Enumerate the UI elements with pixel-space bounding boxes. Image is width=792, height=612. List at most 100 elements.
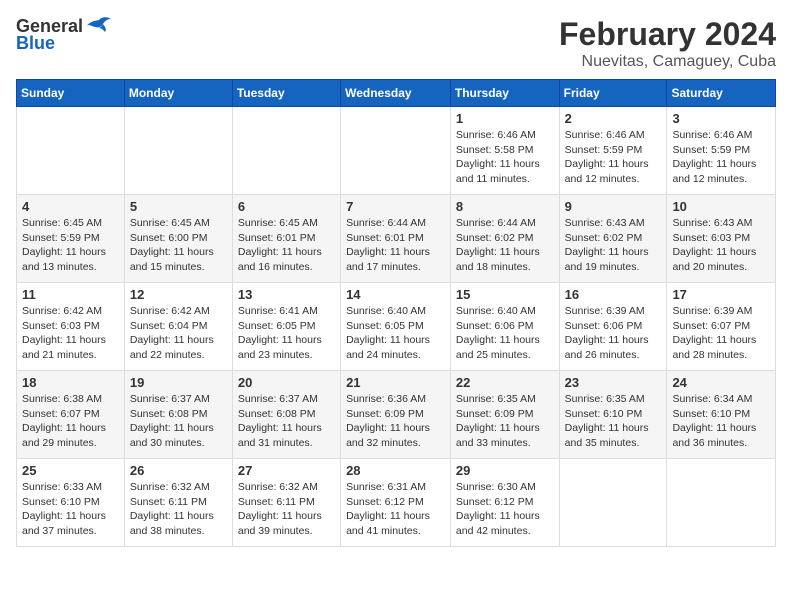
day-number: 5 xyxy=(130,199,227,214)
calendar-cell: 13 Sunrise: 6:41 AM Sunset: 6:05 PM Dayli… xyxy=(232,283,340,371)
week-row-3: 11 Sunrise: 6:42 AM Sunset: 6:03 PM Dayli… xyxy=(17,283,776,371)
logo: General Blue xyxy=(16,16,113,54)
calendar-cell: 3 Sunrise: 6:46 AM Sunset: 5:59 PM Daylig… xyxy=(667,107,776,195)
week-row-1: 1 Sunrise: 6:46 AM Sunset: 5:58 PM Daylig… xyxy=(17,107,776,195)
day-number: 13 xyxy=(238,287,335,302)
day-number: 16 xyxy=(565,287,662,302)
calendar-cell: 8Sunrise: 6:44 AM Sunset: 6:02 PM Daylig… xyxy=(450,195,559,283)
day-info: Sunrise: 6:30 AM Sunset: 6:12 PM Dayligh… xyxy=(456,480,554,539)
day-number: 8 xyxy=(456,199,554,214)
day-number: 15 xyxy=(456,287,554,302)
header-thursday: Thursday xyxy=(450,80,559,107)
day-number: 3 xyxy=(672,111,770,126)
day-info: Sunrise: 6:42 AM Sunset: 6:03 PM Dayligh… xyxy=(22,304,119,363)
day-number: 4 xyxy=(22,199,119,214)
header-wednesday: Wednesday xyxy=(341,80,451,107)
day-number: 19 xyxy=(130,375,227,390)
calendar-cell: 5Sunrise: 6:45 AM Sunset: 6:00 PM Daylig… xyxy=(124,195,232,283)
page-header: General Blue February 2024 Nuevitas, Cam… xyxy=(16,16,776,71)
day-info: Sunrise: 6:44 AM Sunset: 6:01 PM Dayligh… xyxy=(346,216,445,275)
calendar-cell: 17Sunrise: 6:39 AM Sunset: 6:07 PM Dayli… xyxy=(667,283,776,371)
calendar-cell: 9 Sunrise: 6:43 AM Sunset: 6:02 PM Daylig… xyxy=(559,195,667,283)
day-number: 28 xyxy=(346,463,445,478)
day-number: 12 xyxy=(130,287,227,302)
calendar-cell xyxy=(124,107,232,195)
day-info: Sunrise: 6:41 AM Sunset: 6:05 PM Dayligh… xyxy=(238,304,335,363)
day-info: Sunrise: 6:33 AM Sunset: 6:10 PM Dayligh… xyxy=(22,480,119,539)
day-number: 9 xyxy=(565,199,662,214)
day-number: 14 xyxy=(346,287,445,302)
day-info: Sunrise: 6:43 AM Sunset: 6:02 PM Dayligh… xyxy=(565,216,662,275)
calendar-cell xyxy=(232,107,340,195)
logo-bird-icon xyxy=(85,16,113,38)
header-sunday: Sunday xyxy=(17,80,125,107)
calendar-cell xyxy=(17,107,125,195)
day-info: Sunrise: 6:45 AM Sunset: 6:01 PM Dayligh… xyxy=(238,216,335,275)
calendar-cell xyxy=(559,459,667,547)
calendar-cell xyxy=(667,459,776,547)
day-info: Sunrise: 6:45 AM Sunset: 5:59 PM Dayligh… xyxy=(22,216,119,275)
calendar-cell: 27 Sunrise: 6:32 AM Sunset: 6:11 PM Dayli… xyxy=(232,459,340,547)
calendar-cell: 18 Sunrise: 6:38 AM Sunset: 6:07 PM Dayli… xyxy=(17,371,125,459)
calendar-cell: 20 Sunrise: 6:37 AM Sunset: 6:08 PM Dayli… xyxy=(232,371,340,459)
day-number: 1 xyxy=(456,111,554,126)
title-block: February 2024 Nuevitas, Camaguey, Cuba xyxy=(559,16,776,71)
header-monday: Monday xyxy=(124,80,232,107)
day-info: Sunrise: 6:31 AM Sunset: 6:12 PM Dayligh… xyxy=(346,480,445,539)
calendar-cell: 26 Sunrise: 6:32 AM Sunset: 6:11 PM Dayli… xyxy=(124,459,232,547)
calendar-cell: 25 Sunrise: 6:33 AM Sunset: 6:10 PM Dayli… xyxy=(17,459,125,547)
day-number: 24 xyxy=(672,375,770,390)
header-tuesday: Tuesday xyxy=(232,80,340,107)
calendar-cell: 16Sunrise: 6:39 AM Sunset: 6:06 PM Dayli… xyxy=(559,283,667,371)
day-info: Sunrise: 6:32 AM Sunset: 6:11 PM Dayligh… xyxy=(130,480,227,539)
day-info: Sunrise: 6:37 AM Sunset: 6:08 PM Dayligh… xyxy=(130,392,227,451)
day-number: 20 xyxy=(238,375,335,390)
week-row-5: 25 Sunrise: 6:33 AM Sunset: 6:10 PM Dayli… xyxy=(17,459,776,547)
calendar-cell xyxy=(341,107,451,195)
day-number: 21 xyxy=(346,375,445,390)
day-info: Sunrise: 6:39 AM Sunset: 6:07 PM Dayligh… xyxy=(672,304,770,363)
day-number: 23 xyxy=(565,375,662,390)
calendar-cell: 29Sunrise: 6:30 AM Sunset: 6:12 PM Dayli… xyxy=(450,459,559,547)
calendar-cell: 22 Sunrise: 6:35 AM Sunset: 6:09 PM Dayli… xyxy=(450,371,559,459)
day-number: 2 xyxy=(565,111,662,126)
calendar-cell: 19 Sunrise: 6:37 AM Sunset: 6:08 PM Dayli… xyxy=(124,371,232,459)
day-number: 25 xyxy=(22,463,119,478)
day-info: Sunrise: 6:46 AM Sunset: 5:59 PM Dayligh… xyxy=(565,128,662,187)
day-info: Sunrise: 6:43 AM Sunset: 6:03 PM Dayligh… xyxy=(672,216,770,275)
day-info: Sunrise: 6:37 AM Sunset: 6:08 PM Dayligh… xyxy=(238,392,335,451)
week-row-2: 4 Sunrise: 6:45 AM Sunset: 5:59 PM Daylig… xyxy=(17,195,776,283)
day-info: Sunrise: 6:46 AM Sunset: 5:58 PM Dayligh… xyxy=(456,128,554,187)
calendar-cell: 11 Sunrise: 6:42 AM Sunset: 6:03 PM Dayli… xyxy=(17,283,125,371)
day-number: 10 xyxy=(672,199,770,214)
calendar-cell: 21 Sunrise: 6:36 AM Sunset: 6:09 PM Dayli… xyxy=(341,371,451,459)
day-info: Sunrise: 6:32 AM Sunset: 6:11 PM Dayligh… xyxy=(238,480,335,539)
day-info: Sunrise: 6:46 AM Sunset: 5:59 PM Dayligh… xyxy=(672,128,770,187)
day-info: Sunrise: 6:40 AM Sunset: 6:05 PM Dayligh… xyxy=(346,304,445,363)
calendar-header-row: SundayMondayTuesdayWednesdayThursdayFrid… xyxy=(17,80,776,107)
day-info: Sunrise: 6:36 AM Sunset: 6:09 PM Dayligh… xyxy=(346,392,445,451)
calendar-cell: 28 Sunrise: 6:31 AM Sunset: 6:12 PM Dayli… xyxy=(341,459,451,547)
header-saturday: Saturday xyxy=(667,80,776,107)
day-number: 22 xyxy=(456,375,554,390)
week-row-4: 18 Sunrise: 6:38 AM Sunset: 6:07 PM Dayli… xyxy=(17,371,776,459)
calendar-cell: 23Sunrise: 6:35 AM Sunset: 6:10 PM Dayli… xyxy=(559,371,667,459)
calendar-cell: 6Sunrise: 6:45 AM Sunset: 6:01 PM Daylig… xyxy=(232,195,340,283)
day-number: 18 xyxy=(22,375,119,390)
sub-title: Nuevitas, Camaguey, Cuba xyxy=(559,53,776,71)
calendar-cell: 15 Sunrise: 6:40 AM Sunset: 6:06 PM Dayli… xyxy=(450,283,559,371)
day-info: Sunrise: 6:40 AM Sunset: 6:06 PM Dayligh… xyxy=(456,304,554,363)
calendar-table: SundayMondayTuesdayWednesdayThursdayFrid… xyxy=(16,79,776,547)
day-number: 27 xyxy=(238,463,335,478)
day-info: Sunrise: 6:38 AM Sunset: 6:07 PM Dayligh… xyxy=(22,392,119,451)
calendar-cell: 10 Sunrise: 6:43 AM Sunset: 6:03 PM Dayli… xyxy=(667,195,776,283)
header-friday: Friday xyxy=(559,80,667,107)
day-number: 11 xyxy=(22,287,119,302)
day-info: Sunrise: 6:35 AM Sunset: 6:09 PM Dayligh… xyxy=(456,392,554,451)
calendar-cell: 4 Sunrise: 6:45 AM Sunset: 5:59 PM Daylig… xyxy=(17,195,125,283)
day-number: 26 xyxy=(130,463,227,478)
main-title: February 2024 xyxy=(559,16,776,53)
calendar-cell: 7Sunrise: 6:44 AM Sunset: 6:01 PM Daylig… xyxy=(341,195,451,283)
calendar-cell: 1 Sunrise: 6:46 AM Sunset: 5:58 PM Daylig… xyxy=(450,107,559,195)
calendar-cell: 2 Sunrise: 6:46 AM Sunset: 5:59 PM Daylig… xyxy=(559,107,667,195)
